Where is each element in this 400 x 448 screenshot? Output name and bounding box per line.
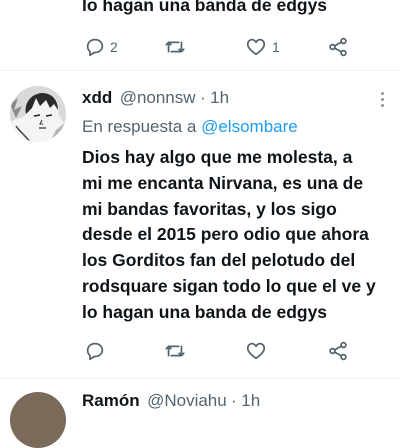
top-share-button[interactable] xyxy=(327,36,349,58)
like-count: 1 xyxy=(272,39,280,55)
display-name[interactable]: Ramón xyxy=(82,391,140,410)
reply-count: 2 xyxy=(110,39,118,55)
top-reply-button[interactable]: 2 xyxy=(84,36,118,58)
reply-button[interactable] xyxy=(84,340,106,362)
tweet-header: xdd @nonnsw · 1h xyxy=(82,88,229,108)
separator: · xyxy=(231,391,237,410)
divider xyxy=(0,378,400,379)
share-button[interactable] xyxy=(327,340,349,362)
retweet-button[interactable] xyxy=(163,340,187,362)
top-like-button[interactable]: 1 xyxy=(244,36,280,58)
display-name[interactable]: xdd xyxy=(82,88,112,107)
avatar[interactable] xyxy=(10,392,66,448)
share-icon xyxy=(329,341,347,361)
separator: · xyxy=(200,88,206,107)
reply-icon xyxy=(86,342,104,361)
like-button[interactable] xyxy=(244,340,268,362)
tweet-text: Dios hay algo que me molesta, a mi me en… xyxy=(82,147,376,322)
reply-icon xyxy=(86,38,104,57)
reply-context: En respuesta a @elsombare xyxy=(82,117,298,137)
avatar[interactable] xyxy=(10,86,66,142)
like-icon xyxy=(246,38,266,56)
divider xyxy=(0,70,400,71)
top-retweet-button[interactable] xyxy=(163,36,187,58)
top-tweet-text: lo hagan una banda de edgys xyxy=(82,0,328,15)
share-icon xyxy=(329,37,347,57)
retweet-icon xyxy=(165,41,185,53)
next-tweet-header: Ramón @Noviahu · 1h xyxy=(82,391,260,411)
reply-prefix: En respuesta a xyxy=(82,117,197,136)
like-icon xyxy=(246,342,266,360)
retweet-icon xyxy=(165,345,185,357)
timestamp[interactable]: 1h xyxy=(241,391,260,410)
timestamp[interactable]: 1h xyxy=(210,88,229,107)
more-icon[interactable] xyxy=(381,92,384,107)
user-handle[interactable]: @Noviahu xyxy=(147,391,227,410)
user-handle[interactable]: @nonnsw xyxy=(120,88,196,107)
reply-target-link[interactable]: @elsombare xyxy=(201,117,298,136)
